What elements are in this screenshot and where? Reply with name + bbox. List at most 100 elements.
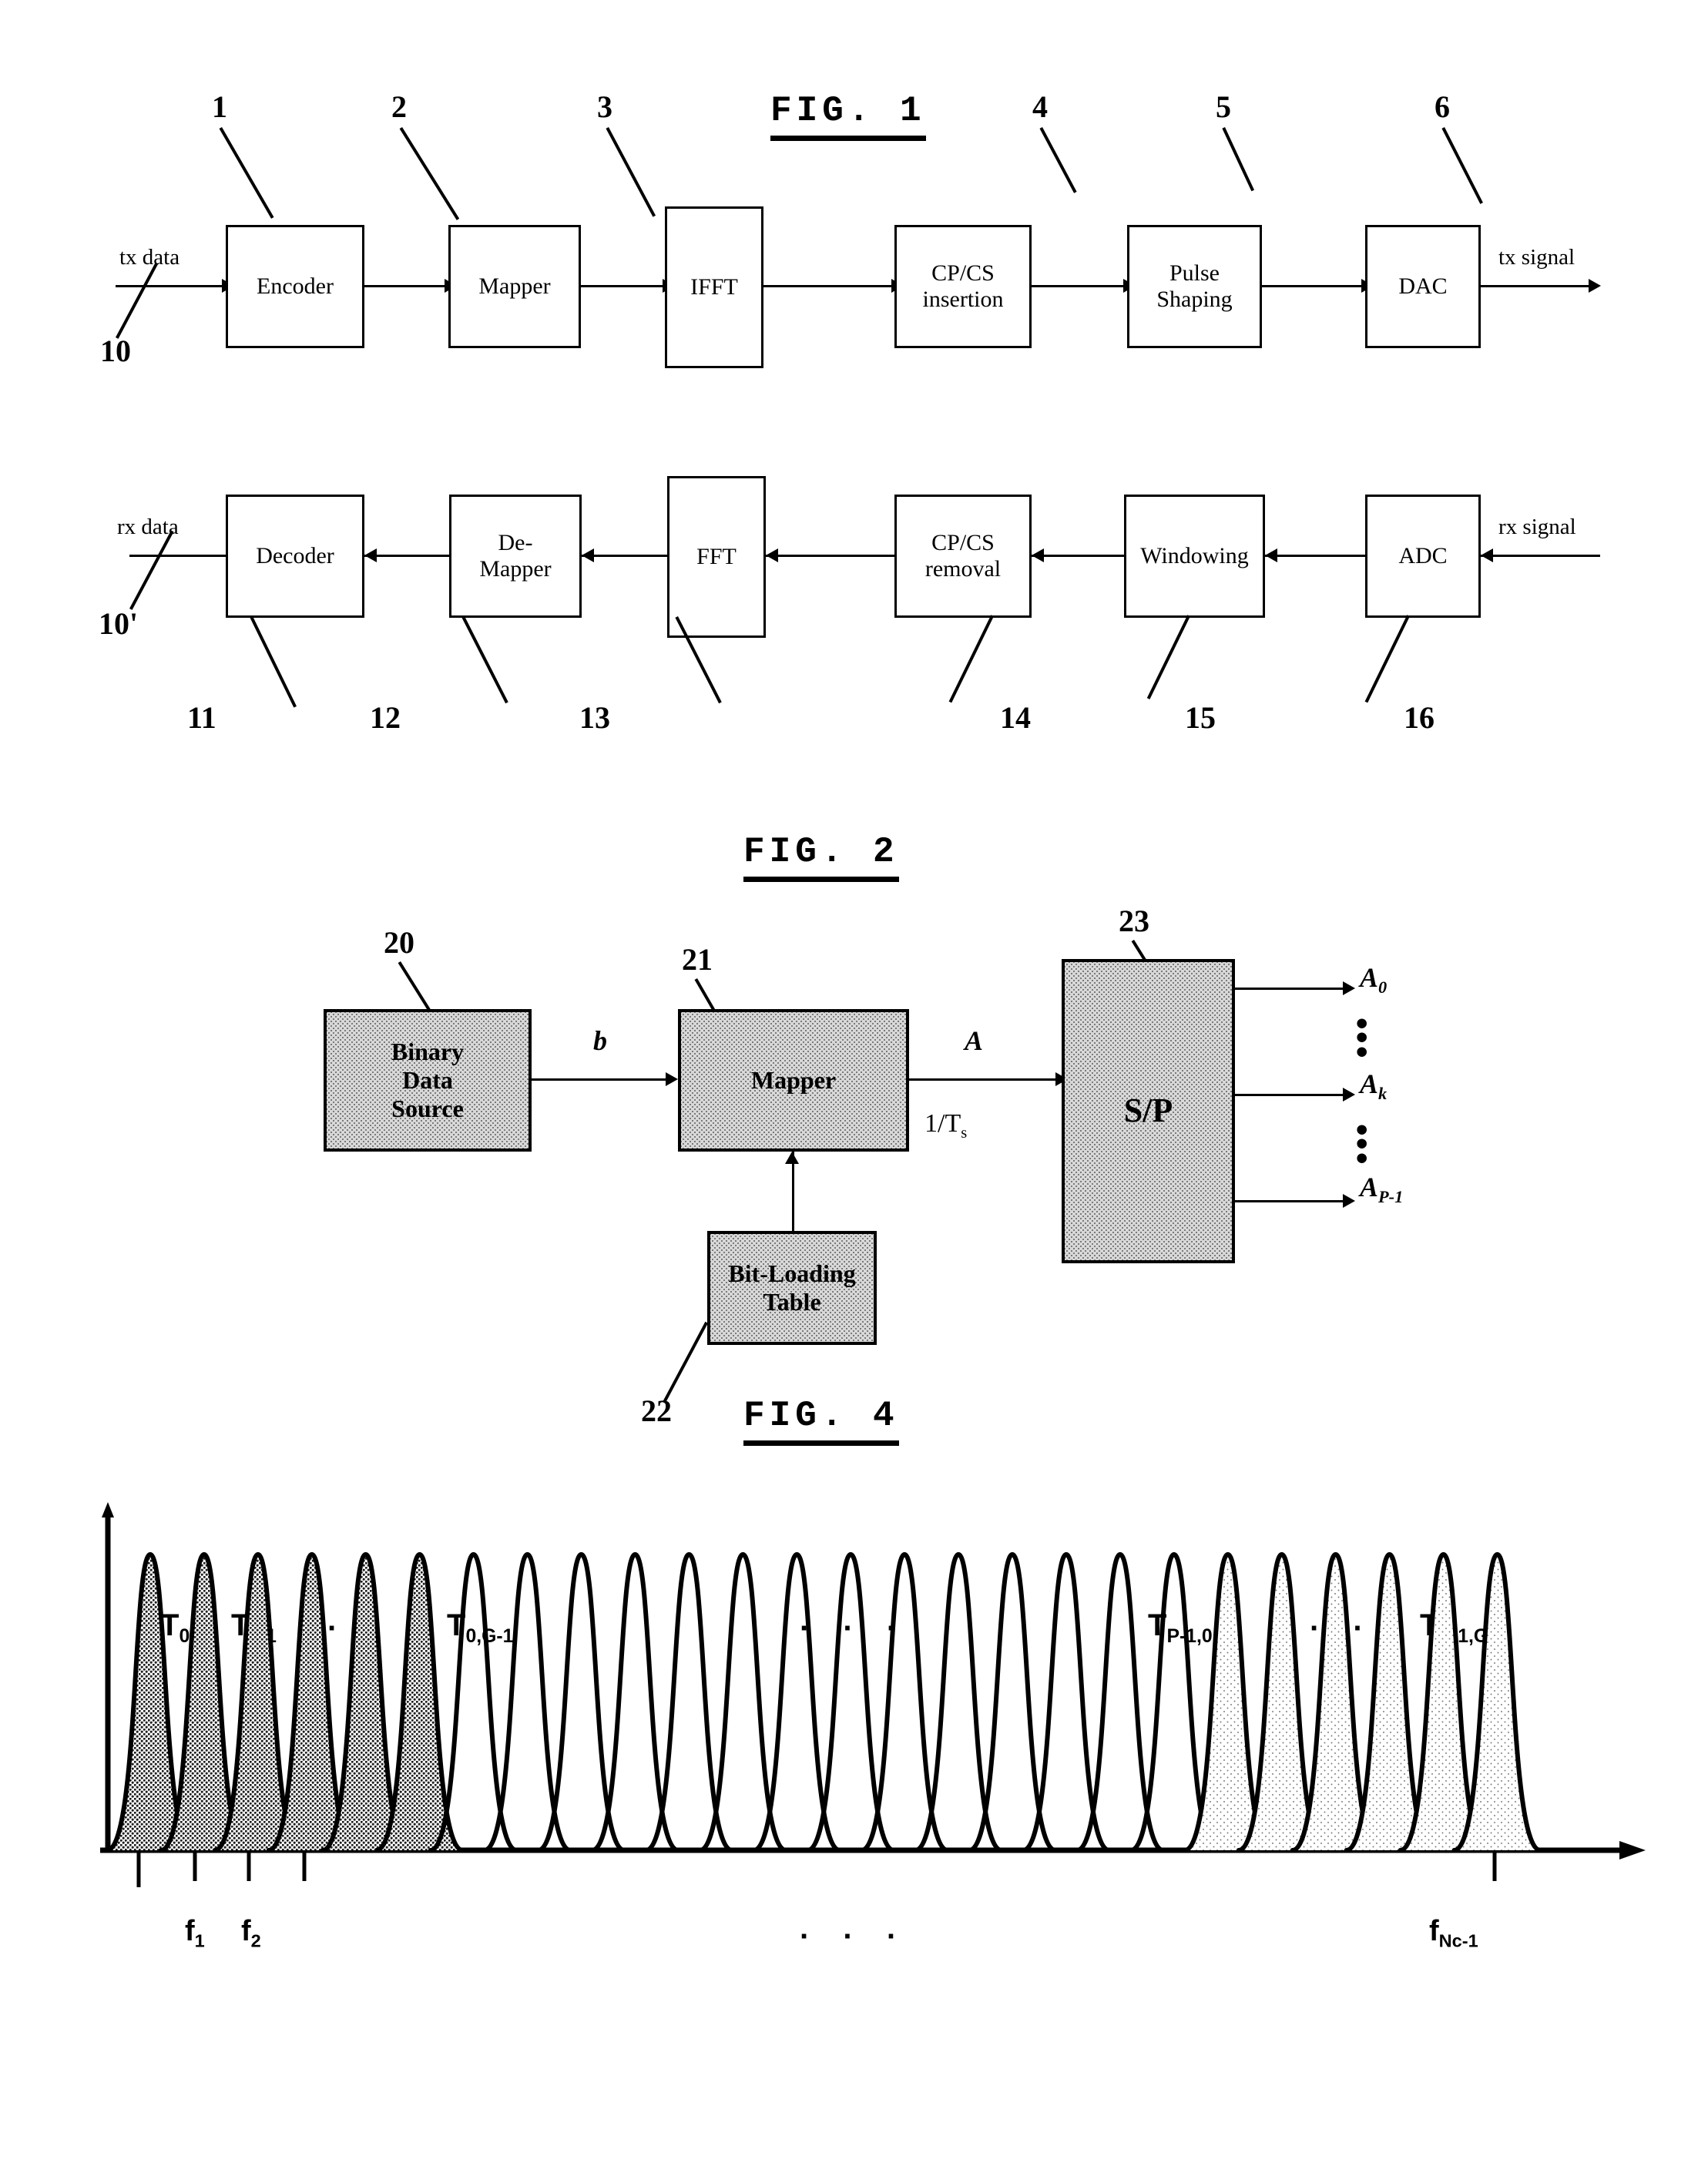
fig4-xaxis-ellipsis: · · ·	[800, 1920, 910, 1953]
block-pulse-shaping[interactable]: Pulse Shaping	[1127, 225, 1262, 348]
block-bit-loading-table[interactable]: Bit-Loading Table	[707, 1231, 877, 1345]
block-encoder[interactable]: Encoder	[226, 225, 364, 348]
rx-link-2	[582, 555, 668, 557]
ref-num-11: 11	[187, 700, 216, 735]
leader-line-3	[606, 127, 656, 217]
sp-output-p1-label: AP-1	[1360, 1172, 1404, 1207]
block-de-mapper-label2: Mapper	[479, 556, 552, 582]
block-fft-label: FFT	[696, 544, 737, 570]
rx-link-2-arrow	[582, 548, 594, 562]
ref-num-12: 12	[370, 700, 401, 735]
leader-line-4	[1039, 127, 1077, 193]
signal-A-label: A	[965, 1025, 984, 1056]
ref-num-16: 16	[1404, 700, 1435, 735]
tx-output-line	[1481, 285, 1596, 287]
block-pulse-shaping-label1: Pulse	[1169, 260, 1220, 287]
block-adc-label: ADC	[1398, 543, 1448, 569]
block-bit-loading-table-label1: Bit-Loading	[728, 1259, 856, 1288]
fig2-link-b	[532, 1078, 669, 1081]
ref-num-4: 4	[1032, 89, 1048, 124]
leader-line-10p	[129, 530, 174, 610]
fig2-caption: FIG. 2	[743, 832, 899, 882]
rx-input-line	[1481, 555, 1600, 557]
leader-line-6	[1441, 127, 1483, 204]
tx-output-arrow	[1589, 279, 1601, 293]
fig1-caption: FIG. 1	[770, 91, 926, 141]
sp-output-k-line	[1235, 1094, 1347, 1096]
fig4-xlabel-f1: f1	[185, 1915, 205, 1951]
patent-figure-page: FIG. 1 1 2 3 4 5 6 tx data 10 Encoder Ma…	[0, 0, 1708, 2173]
rx-link-3	[766, 555, 895, 557]
block-mapper-fig2[interactable]: Mapper	[678, 1009, 909, 1152]
block-cpcs-removal-label1: CP/CS	[931, 530, 995, 556]
sp-output-k-arrow	[1343, 1088, 1355, 1102]
bitloading-link-arrow	[785, 1152, 799, 1164]
fig4-spectrum-chart	[100, 1502, 1646, 1887]
leader-line-22	[663, 1321, 708, 1403]
ref-num-14: 14	[1000, 700, 1031, 735]
rx-link-5-arrow	[1265, 548, 1277, 562]
fig2-link-b-arrow	[666, 1072, 678, 1086]
ref-num-21: 21	[682, 942, 713, 977]
ref-num-1: 1	[212, 89, 227, 124]
block-cpcs-insertion-label1: CP/CS	[931, 260, 995, 287]
sp-output-0-label: A0	[1360, 962, 1388, 998]
block-ifft[interactable]: IFFT	[665, 206, 763, 368]
block-dac-label: DAC	[1398, 273, 1448, 300]
leader-line-16	[1364, 615, 1410, 703]
sp-output-k-label: Ak	[1360, 1068, 1388, 1104]
block-binary-data-source[interactable]: Binary Data Source	[324, 1009, 532, 1152]
tx-data-label: tx data	[119, 245, 180, 270]
fig4-caption: FIG. 4	[743, 1396, 899, 1446]
block-cpcs-removal-label2: removal	[924, 556, 1002, 582]
ref-num-5: 5	[1216, 89, 1231, 124]
tx-link-5	[1262, 285, 1364, 287]
block-cpcs-removal[interactable]: CP/CS removal	[894, 495, 1032, 618]
ref-num-22: 22	[641, 1393, 672, 1428]
block-de-mapper[interactable]: De- Mapper	[449, 495, 582, 618]
tx-signal-label: tx signal	[1498, 245, 1575, 270]
ref-num-20: 20	[384, 925, 414, 960]
block-cpcs-insertion-label2: insertion	[922, 287, 1004, 312]
fig2-link-A	[909, 1078, 1059, 1081]
block-pulse-shaping-label2: Shaping	[1156, 287, 1233, 312]
leader-line-12	[461, 616, 508, 704]
sp-output-0-arrow	[1343, 981, 1355, 995]
block-adc[interactable]: ADC	[1365, 495, 1481, 618]
leader-line-15	[1146, 615, 1190, 699]
block-sp-label: S/P	[1123, 1092, 1173, 1130]
block-windowing[interactable]: Windowing	[1124, 495, 1265, 618]
block-dac[interactable]: DAC	[1365, 225, 1481, 348]
ref-num-23: 23	[1119, 904, 1149, 938]
ref-num-10: 10	[100, 334, 131, 368]
block-decoder[interactable]: Decoder	[226, 495, 364, 618]
tx-link-2	[581, 285, 666, 287]
rx-link-4-arrow	[1032, 548, 1044, 562]
leader-line-11	[250, 616, 297, 708]
sp-output-0-line	[1235, 988, 1347, 990]
symbol-rate-label: 1/Ts	[924, 1109, 968, 1142]
block-encoder-label: Encoder	[257, 273, 334, 300]
block-mapper-tx[interactable]: Mapper	[448, 225, 581, 348]
fig4-xlabel-f2: f2	[241, 1915, 261, 1951]
fig4-xlabel-fnc1: fNc-1	[1429, 1915, 1478, 1951]
ref-num-2: 2	[391, 89, 407, 124]
block-binary-data-source-label2: Data	[402, 1066, 453, 1095]
block-mapper-fig2-label: Mapper	[750, 1066, 837, 1095]
block-ifft-label: IFFT	[690, 274, 738, 300]
rx-link-4	[1032, 555, 1124, 557]
rx-output-line	[129, 555, 226, 557]
block-bit-loading-table-label2: Table	[763, 1288, 821, 1316]
block-binary-data-source-label3: Source	[391, 1094, 464, 1122]
tx-input-line	[116, 285, 225, 287]
block-windowing-label: Windowing	[1140, 543, 1249, 569]
tx-link-3	[763, 285, 894, 287]
block-decoder-label: Decoder	[256, 543, 334, 569]
block-binary-data-source-label1: Binary	[391, 1038, 465, 1066]
block-de-mapper-label1: De-	[498, 530, 533, 556]
block-fft[interactable]: FFT	[667, 476, 766, 638]
sp-output-p1-line	[1235, 1200, 1347, 1202]
block-sp[interactable]: S/P	[1062, 959, 1235, 1263]
rx-link-5	[1265, 555, 1365, 557]
block-cpcs-insertion[interactable]: CP/CS insertion	[894, 225, 1032, 348]
